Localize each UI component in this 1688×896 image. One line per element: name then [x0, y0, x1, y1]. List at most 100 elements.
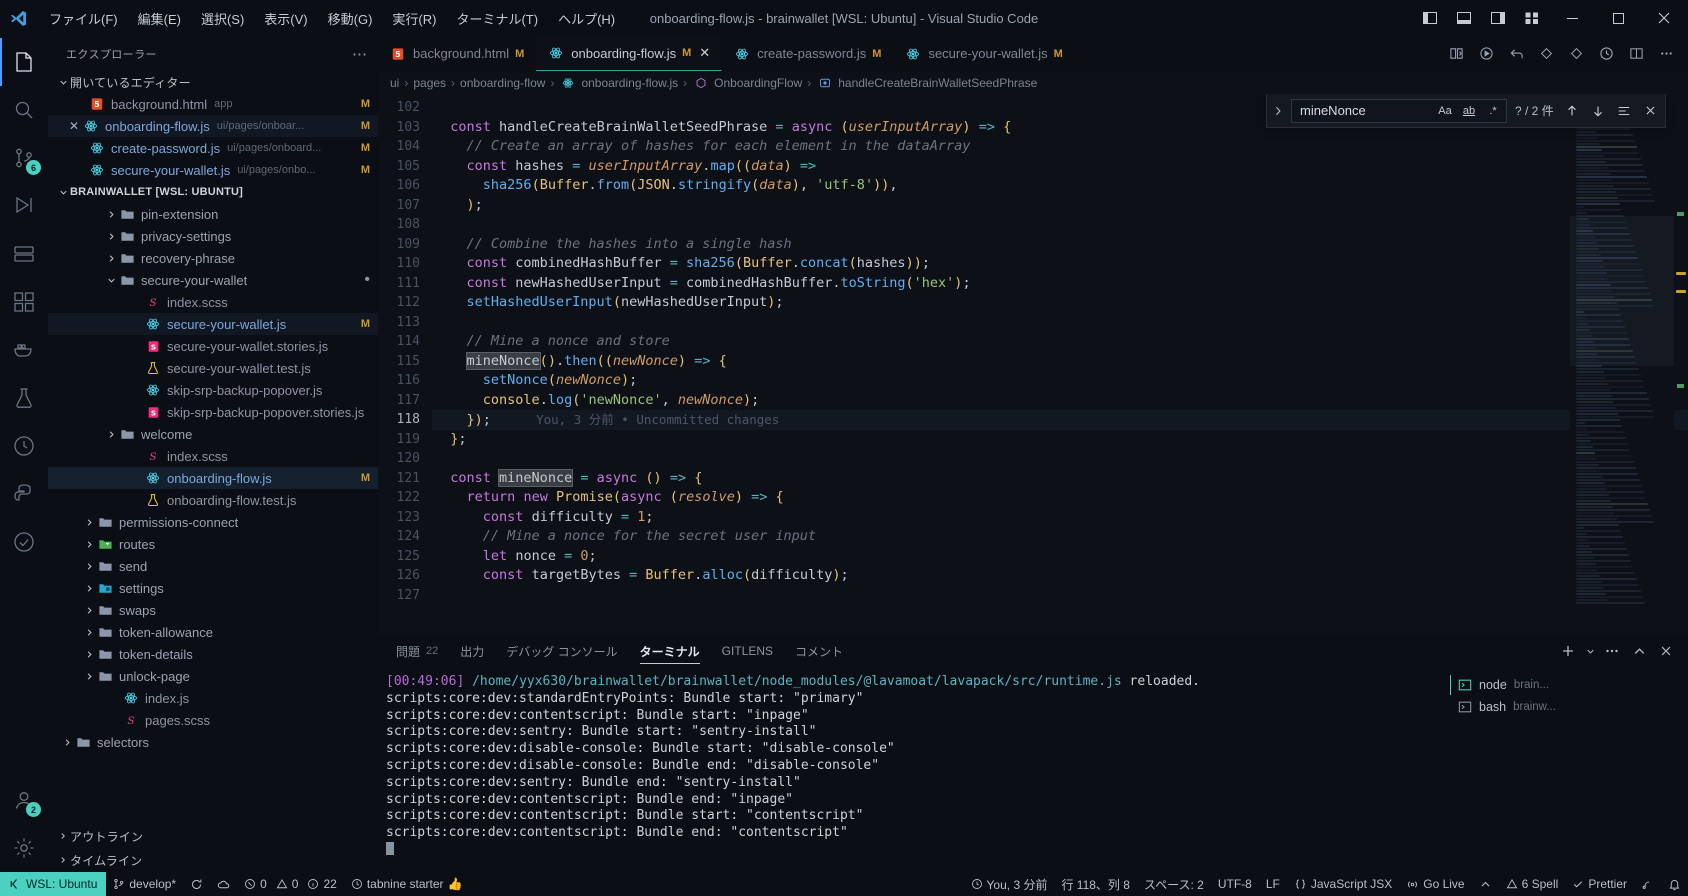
code-line[interactable]: const difficulty = 1; — [432, 508, 1688, 528]
tree-folder-welcome[interactable]: welcome — [48, 423, 378, 445]
encoding[interactable]: UTF-8 — [1211, 872, 1259, 896]
code-line[interactable] — [432, 449, 1688, 469]
code-line[interactable]: sha256(Buffer.from(JSON.stringify(data),… — [432, 176, 1688, 196]
activity-remote-explorer[interactable] — [0, 230, 48, 278]
code-line[interactable] — [432, 586, 1688, 606]
tree-file-onboarding-flow.js[interactable]: onboarding-flow.js M — [48, 467, 378, 489]
menu-terminal[interactable]: ターミナル(T) — [447, 5, 547, 32]
activity-source-control[interactable]: 6 — [0, 134, 48, 182]
code-line[interactable]: const mineNonce = async () => { — [432, 468, 1688, 489]
code-line[interactable]: console.log('newNonce', newNonce); — [432, 391, 1688, 411]
branch-indicator[interactable]: develop* — [106, 872, 183, 896]
more-actions-icon[interactable] — [1652, 40, 1680, 68]
eol[interactable]: LF — [1259, 872, 1287, 896]
notifications-button[interactable] — [1661, 872, 1688, 896]
diamond-icon[interactable] — [1532, 40, 1560, 68]
prettier-status[interactable]: Prettier — [1565, 872, 1634, 896]
tree-file-secure-your-wallet.stories.js[interactable]: Ssecure-your-wallet.stories.js — [48, 335, 378, 357]
code-line[interactable]: ); — [432, 196, 1688, 216]
tree-file-pages.scss[interactable]: Spages.scss — [48, 709, 378, 731]
open-editors-header[interactable]: 開いているエディター — [48, 71, 378, 93]
tab-onboarding-flow-js[interactable]: onboarding-flow.js M ✕ — [536, 36, 723, 71]
activity-settings[interactable] — [0, 824, 48, 872]
errors-count[interactable]: 0 — [237, 872, 274, 896]
open-editor-item[interactable]: create-password.js ui/pages/onboard... M — [48, 137, 378, 159]
code-line[interactable]: let nonce = 0; — [432, 547, 1688, 567]
tab-close-icon[interactable]: ✕ — [699, 45, 710, 61]
minimap[interactable] — [1570, 94, 1674, 634]
close-panel-icon[interactable] — [1654, 639, 1678, 663]
indentation[interactable]: スペース: 2 — [1137, 872, 1211, 896]
run-icon[interactable] — [1472, 40, 1500, 68]
code-line[interactable]: // Combine the hashes into a single hash — [432, 235, 1688, 255]
menu-file[interactable]: ファイル(F) — [40, 5, 127, 32]
tab-secure-your-wallet-js[interactable]: secure-your-wallet.js M — [893, 36, 1075, 71]
warnings-count[interactable]: 0 — [274, 872, 306, 896]
code-content[interactable]: const handleCreateBrainWalletSeedPhrase … — [432, 94, 1688, 634]
panel-more-actions-icon[interactable] — [1600, 639, 1624, 663]
new-terminal-icon[interactable] — [1556, 639, 1580, 663]
tree-folder-pin-extension[interactable]: pin-extension — [48, 203, 378, 225]
timeline-section[interactable]: タイムライン — [48, 848, 378, 872]
tree-folder-selectors[interactable]: selectors — [48, 731, 378, 753]
breadcrumb-item-method[interactable]: handleCreateBrainWalletSeedPhrase — [816, 76, 1037, 90]
tree-file-skip-srp-backup-popover.js[interactable]: skip-srp-backup-popover.js — [48, 379, 378, 401]
sync-button[interactable] — [183, 872, 210, 896]
code-line[interactable]: // Mine a nonce for the secret user inpu… — [432, 527, 1688, 547]
regex-toggle[interactable]: .* — [1483, 102, 1503, 120]
whole-word-toggle[interactable]: ab — [1459, 102, 1479, 120]
git-blame-status[interactable]: You, 3 分前 — [964, 872, 1055, 896]
info-count[interactable]: 22 — [305, 872, 343, 896]
split-editor-right-icon[interactable] — [1622, 40, 1650, 68]
tab-output[interactable]: 出力 — [450, 634, 494, 668]
tab-gitlens[interactable]: GITLENS — [712, 634, 783, 668]
code-line[interactable]: setHashedUserInput(newHashedUserInput); — [432, 293, 1688, 313]
tab-create-password-js[interactable]: create-password.js M — [722, 36, 894, 71]
diamond-outline-icon[interactable] — [1562, 40, 1590, 68]
code-line[interactable]: return new Promise(async (resolve) => { — [432, 488, 1688, 508]
tree-folder-privacy-settings[interactable]: privacy-settings — [48, 225, 378, 247]
maximize-button[interactable] — [1596, 1, 1640, 35]
activity-python[interactable] — [0, 470, 48, 518]
tree-folder-routes[interactable]: routes — [48, 533, 378, 555]
close-button[interactable] — [1642, 1, 1686, 35]
activity-todo-tree[interactable] — [0, 518, 48, 566]
editor-scrollbar[interactable] — [1674, 94, 1688, 634]
find-previous-button[interactable] — [1561, 100, 1583, 122]
close-icon[interactable]: ✕ — [66, 119, 82, 133]
menu-go[interactable]: 移動(G) — [319, 5, 382, 32]
tree-folder-secure-your-wallet[interactable]: secure-your-wallet • — [48, 269, 378, 291]
toggle-replace-icon[interactable] — [1269, 105, 1287, 117]
workspace-header[interactable]: BRAINWALLET [WSL: UBUNTU] — [48, 181, 378, 203]
menu-edit[interactable]: 編集(E) — [129, 5, 190, 32]
ellipsis-icon[interactable]: ⋯ — [352, 45, 368, 63]
tab-debug-console[interactable]: デバッグ コンソール — [496, 634, 627, 668]
feedback-button[interactable] — [1634, 872, 1661, 896]
activity-accounts[interactable]: 2 — [0, 776, 48, 824]
tabnine-status[interactable]: tabnine starter 👍 — [344, 872, 470, 896]
find-next-button[interactable] — [1587, 100, 1609, 122]
code-line[interactable]: const targetBytes = Buffer.alloc(difficu… — [432, 566, 1688, 586]
code-line[interactable] — [432, 215, 1688, 235]
code-line[interactable] — [432, 313, 1688, 333]
code-line[interactable]: }); You, 3 分前 • Uncommitted changes — [432, 410, 1688, 430]
activity-extensions[interactable] — [0, 278, 48, 326]
terminal-instance-node[interactable]: node brain... — [1440, 674, 1688, 696]
customize-layout-icon[interactable] — [1516, 3, 1548, 33]
terminal-output[interactable]: [00:49:06] /home/yyx630/brainwallet/brai… — [378, 668, 1440, 872]
find-input-wrapper[interactable]: mineNonce Aa ab .* — [1291, 98, 1507, 123]
spell-checker[interactable]: 6 Spell — [1499, 872, 1566, 896]
split-editor-icon[interactable] — [1442, 40, 1470, 68]
tab-terminal[interactable]: ターミナル — [630, 634, 710, 668]
open-editor-item[interactable]: secure-your-wallet.js ui/pages/onbo... M — [48, 159, 378, 181]
open-editor-item[interactable]: 5 background.html app M — [48, 93, 378, 115]
timeline-icon[interactable] — [1592, 40, 1620, 68]
tree-folder-recovery-phrase[interactable]: recovery-phrase — [48, 247, 378, 269]
breadcrumb-item-pages[interactable]: pages — [413, 76, 446, 90]
find-close-button[interactable] — [1639, 100, 1661, 122]
code-line[interactable]: // Mine a nonce and store — [432, 332, 1688, 352]
code-line[interactable]: const hashes = userInputArray.map((data)… — [432, 157, 1688, 177]
tree-file-index.js[interactable]: index.js — [48, 687, 378, 709]
code-line[interactable]: }; — [432, 430, 1688, 450]
remote-cloud-indicator[interactable] — [210, 872, 237, 896]
